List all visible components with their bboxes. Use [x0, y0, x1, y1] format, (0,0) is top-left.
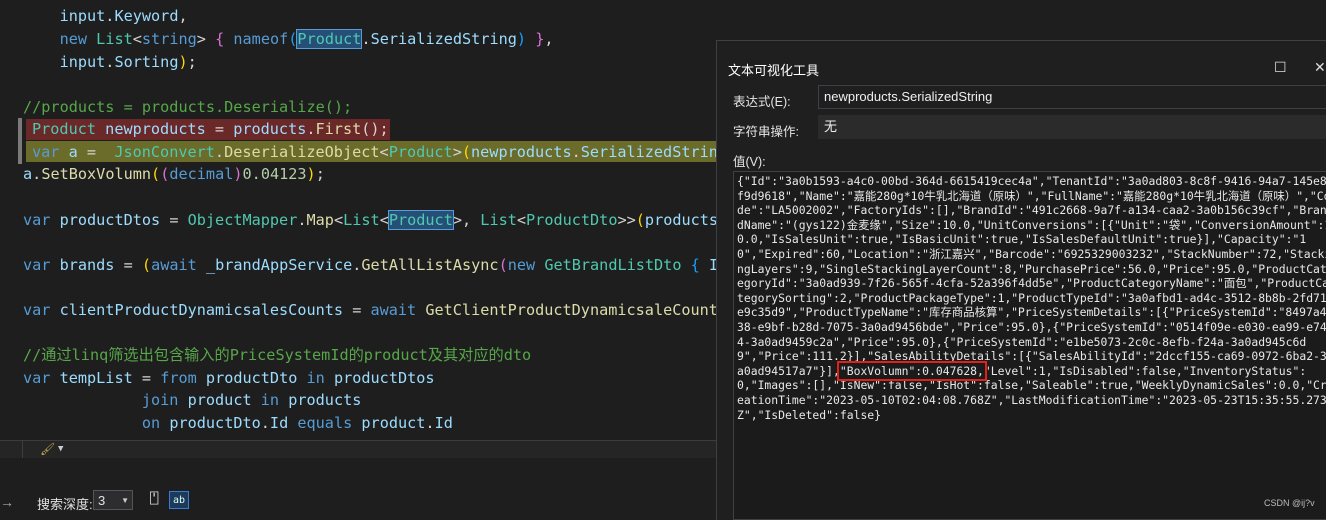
- highlighted-boxvolumn: "BoxVolumn":0.047628,: [836, 360, 987, 381]
- code-line[interactable]: var tempList = from productDto in produc…: [23, 367, 435, 389]
- code-line[interactable]: input.Sorting);: [23, 51, 197, 73]
- view-as-text-icon[interactable]: ab: [169, 491, 189, 509]
- code-line[interactable]: //products = products.Deserialize();: [23, 96, 352, 118]
- pin-icon[interactable]: ⍞: [150, 491, 164, 509]
- editor-horizontal-scrollbar[interactable]: 🖌 ▼: [0, 440, 716, 458]
- code-line[interactable]: //通过linq筛选出包含输入的PriceSystemId的product及其对…: [23, 344, 531, 366]
- code-line[interactable]: var a = JsonConvert.DeserializeObject<Pr…: [32, 141, 718, 163]
- dialog-title: 文本可视化工具: [728, 63, 820, 78]
- expression-label: 表达式(E):: [733, 95, 791, 109]
- value-textarea[interactable]: {"Id":"3a0b1593-a4c0-00bd-364d-6615419ce…: [733, 171, 1326, 520]
- code-line[interactable]: join product in products: [23, 389, 362, 411]
- code-line[interactable]: input.Keyword,: [23, 5, 188, 27]
- code-line[interactable]: var clientProductDynamicsalesCounts = aw…: [23, 299, 718, 321]
- maximize-icon[interactable]: ☐: [1274, 59, 1287, 76]
- chevron-down-icon[interactable]: ▼: [58, 441, 63, 458]
- value-label: 值(V):: [733, 155, 766, 169]
- string-operation-label: 字符串操作:: [733, 125, 799, 139]
- code-line[interactable]: on productDto.Id equals product.Id: [23, 412, 453, 434]
- string-operation-select[interactable]: 无: [818, 115, 1326, 139]
- watch-toolbar: → 搜索深度: 3 ▼ ⍞ ab: [0, 458, 716, 519]
- arrow-right-icon[interactable]: →: [0, 494, 14, 510]
- text-visualizer-dialog: 文本可视化工具 ☐ ✕ 表达式(E): newproducts.Serializ…: [716, 40, 1326, 520]
- code-line[interactable]: var productDtos = ObjectMapper.Map<List<…: [23, 209, 718, 231]
- code-line[interactable]: Product newproducts = products.First();: [32, 118, 389, 140]
- close-icon[interactable]: ✕: [1314, 59, 1326, 76]
- code-line[interactable]: a.SetBoxVolumn((decimal)0.04123);: [23, 163, 325, 185]
- search-depth-select[interactable]: 3 ▼: [93, 490, 133, 510]
- scrollbar-separator: [0, 441, 23, 458]
- code-line[interactable]: var brands = (await _brandAppService.Get…: [23, 254, 718, 276]
- search-depth-label: 搜索深度:: [37, 497, 93, 512]
- expression-field[interactable]: newproducts.SerializedString: [818, 85, 1326, 109]
- breakpoint-gutter-marker: [18, 118, 22, 164]
- chevron-down-icon: ▼: [121, 496, 129, 505]
- code-line[interactable]: new List<string> { nameof(Product.Serial…: [23, 28, 554, 50]
- brush-icon[interactable]: 🖌: [40, 441, 55, 458]
- watermark: CSDN @ij?v: [1264, 498, 1315, 508]
